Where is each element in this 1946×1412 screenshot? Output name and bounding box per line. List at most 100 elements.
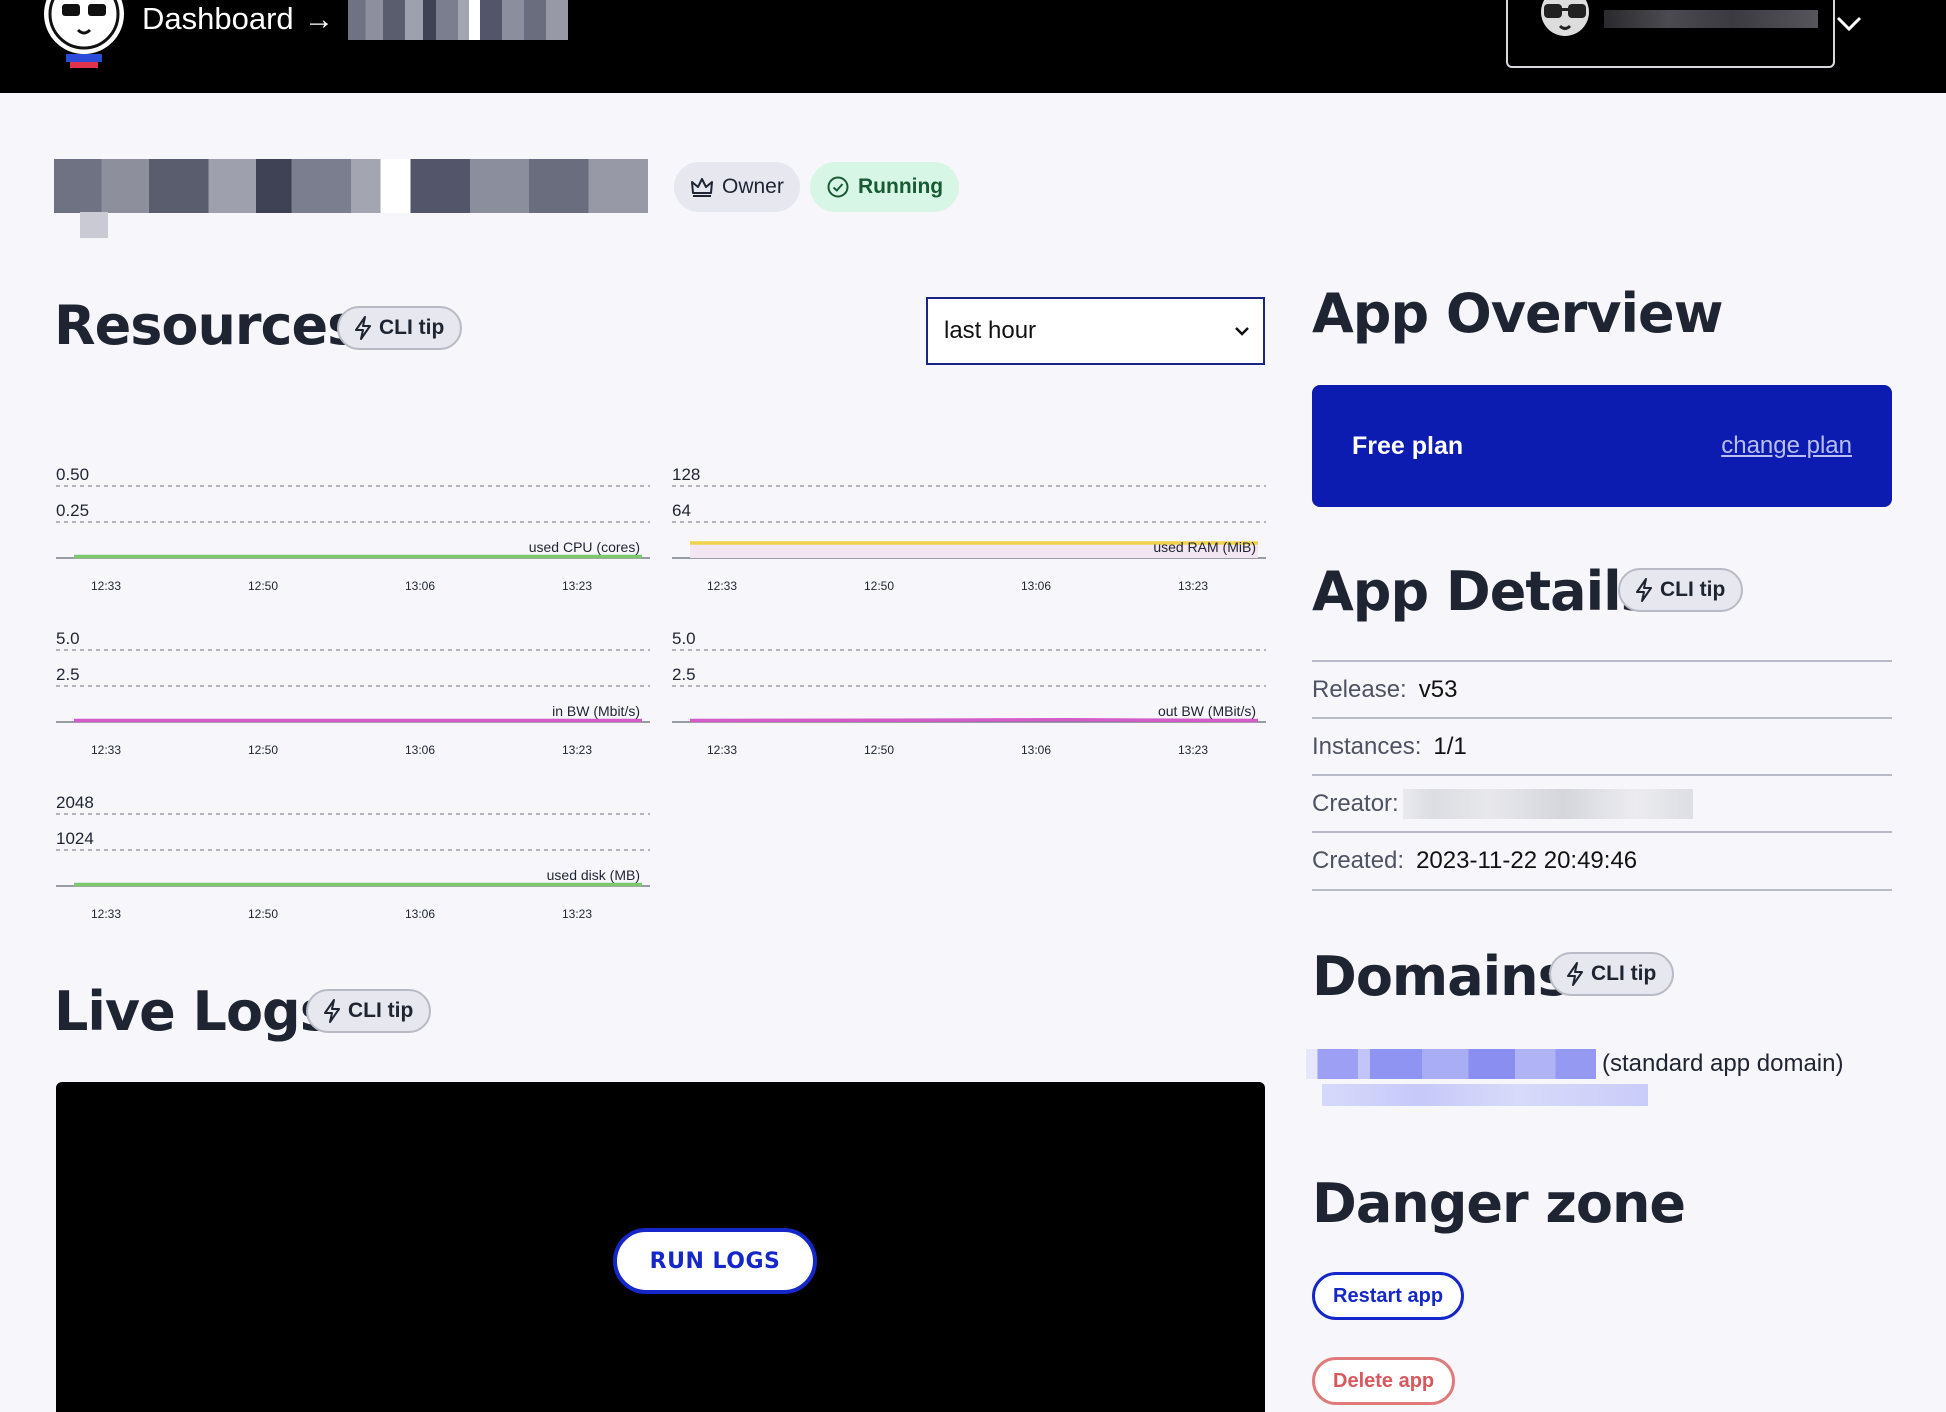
top-navigation-bar: Dashboard → [0, 0, 1946, 93]
sunglasses-avatar-icon [1541, 0, 1589, 36]
details-cli-tip-button[interactable]: CLI tip [1618, 568, 1744, 612]
restart-app-button[interactable]: Restart app [1312, 1272, 1465, 1320]
crown-icon [691, 178, 713, 197]
release-label: Release: [1312, 675, 1407, 703]
x-tick-label: 13:23 [562, 907, 592, 921]
creator-label: Creator: [1312, 789, 1399, 817]
domains-cli-tip-button[interactable]: CLI tip [1549, 952, 1675, 996]
standard-domain-link-redacted[interactable] [1306, 1049, 1596, 1079]
cli-tip-label: CLI tip [1660, 578, 1726, 601]
logs-cli-tip-button[interactable]: CLI tip [306, 989, 432, 1033]
x-tick-label: 13:23 [1178, 579, 1208, 593]
x-tick-label: 13:06 [405, 907, 435, 921]
y-tick-label: 128 [672, 465, 700, 484]
creator-value-redacted [1402, 788, 1693, 819]
cli-tip-label: CLI tip [1591, 962, 1657, 985]
delete-app-button[interactable]: Delete app [1312, 1357, 1456, 1405]
chevron-down-icon [1836, 16, 1862, 32]
run-logs-button[interactable]: RUN LOGS [613, 1228, 817, 1294]
current-plan-label: Free plan [1352, 432, 1464, 460]
x-tick-label: 13:06 [1021, 579, 1051, 593]
owner-badge-label: Owner [722, 175, 784, 198]
lightning-icon [324, 999, 340, 1023]
check-circle-icon [827, 176, 849, 198]
resources-heading: Resources [54, 294, 359, 357]
x-tick-label: 13:23 [562, 579, 592, 593]
y-tick-label: 2.5 [672, 665, 696, 684]
time-range-select[interactable]: last hour [926, 297, 1265, 365]
app-details-heading: App Details [1312, 560, 1653, 623]
x-tick-label: 12:33 [91, 579, 121, 593]
x-tick-label: 13:06 [405, 743, 435, 757]
mascot-logo-icon[interactable] [42, 0, 126, 72]
account-name-redacted [1604, 10, 1818, 28]
x-tick-label: 13:23 [562, 743, 592, 757]
release-value: v53 [1418, 675, 1458, 703]
app-overview-heading: App Overview [1312, 282, 1723, 345]
y-tick-label: 64 [672, 501, 691, 520]
plan-card: Free plan change plan [1312, 385, 1892, 507]
app-title-redacted [54, 159, 648, 213]
x-tick-label: 12:50 [248, 579, 278, 593]
owner-badge: Owner [674, 162, 800, 212]
lightning-icon [1567, 962, 1583, 986]
x-tick-label: 12:50 [248, 907, 278, 921]
instances-label: Instances: [1312, 732, 1422, 760]
y-tick-label: 0.25 [56, 501, 89, 520]
x-tick-label: 13:23 [1178, 743, 1208, 757]
creator-row: Creator: [1312, 774, 1892, 831]
live-logs-heading: Live Logs [54, 980, 332, 1043]
x-tick-label: 12:50 [864, 579, 894, 593]
x-tick-label: 13:06 [1021, 743, 1051, 757]
x-tick-label: 12:33 [707, 743, 737, 757]
x-tick-label: 12:50 [248, 743, 278, 757]
details-divider [1312, 889, 1892, 891]
y-tick-label: 2.5 [56, 665, 80, 684]
y-tick-label: 0.50 [56, 465, 89, 484]
x-tick-label: 12:33 [707, 579, 737, 593]
x-tick-label: 13:06 [405, 579, 435, 593]
danger-zone-heading: Danger zone [1312, 1172, 1686, 1235]
created-value: 2023-11-22 20:49:46 [1416, 846, 1638, 874]
instances-value: 1/1 [1433, 732, 1467, 760]
disk-usage-chart: 2048 1024 used disk (MB) 12:33 12:50 13:06 13:… [56, 776, 650, 926]
created-label: Created: [1312, 846, 1405, 874]
outbound-bandwidth-chart: 5.0 2.5 out BW (MBit/s) 12:33 12:50 13:06 13:2… [672, 612, 1266, 762]
chart-title-label: used disk (MB) [547, 867, 640, 883]
chart-title-label: used RAM (MiB) [1153, 539, 1256, 555]
created-row: Created: 2023-11-22 20:49:46 [1312, 831, 1892, 888]
y-tick-label: 2048 [56, 793, 94, 812]
account-menu-button[interactable] [1506, 0, 1862, 68]
running-badge-label: Running [858, 175, 944, 198]
ram-usage-chart: 128 64 used RAM (MiB) 12:33 12:50 13:06 13:23 [672, 448, 1266, 598]
breadcrumb-app-name-redacted[interactable] [348, 0, 568, 40]
chart-title-label: used CPU (cores) [529, 539, 640, 555]
inbound-bandwidth-chart: 5.0 2.5 in BW (Mbit/s) 12:33 12:50 13:06 13:23 [56, 612, 650, 762]
cpu-usage-chart: 0.50 0.25 used CPU (cores) 12:33 12:50 13:06 1… [56, 448, 650, 598]
breadcrumb-dashboard-link[interactable]: Dashboard [142, 0, 294, 38]
y-tick-label: 5.0 [56, 629, 80, 648]
breadcrumb-arrow-icon: → [304, 3, 334, 36]
lightning-icon [1636, 578, 1652, 602]
cli-tip-label: CLI tip [379, 316, 445, 339]
chart-title-label: in BW (Mbit/s) [552, 703, 640, 719]
domains-heading: Domains [1312, 945, 1570, 1008]
instances-row: Instances: 1/1 [1312, 717, 1892, 774]
standard-domain-tag: (standard app domain) [1602, 1050, 1844, 1077]
live-logs-console: RUN LOGS [56, 1082, 1265, 1412]
app-title-redacted-fragment [80, 212, 108, 238]
series-line [689, 718, 1259, 723]
x-tick-label: 12:50 [864, 743, 894, 757]
time-range-value: last hour [944, 317, 1037, 344]
x-tick-label: 12:33 [91, 743, 121, 757]
change-plan-link[interactable]: change plan [1721, 432, 1852, 460]
chart-title-label: out BW (MBit/s) [1158, 703, 1256, 719]
release-row: Release: v53 [1312, 660, 1892, 717]
y-tick-label: 5.0 [672, 629, 696, 648]
chevron-down-icon [1235, 327, 1249, 336]
running-status-badge: Running [810, 162, 960, 212]
lightning-icon [355, 316, 371, 340]
secondary-domain-redacted[interactable] [1322, 1084, 1648, 1106]
cli-tip-label: CLI tip [348, 999, 414, 1022]
resources-cli-tip-button[interactable]: CLI tip [337, 306, 463, 350]
